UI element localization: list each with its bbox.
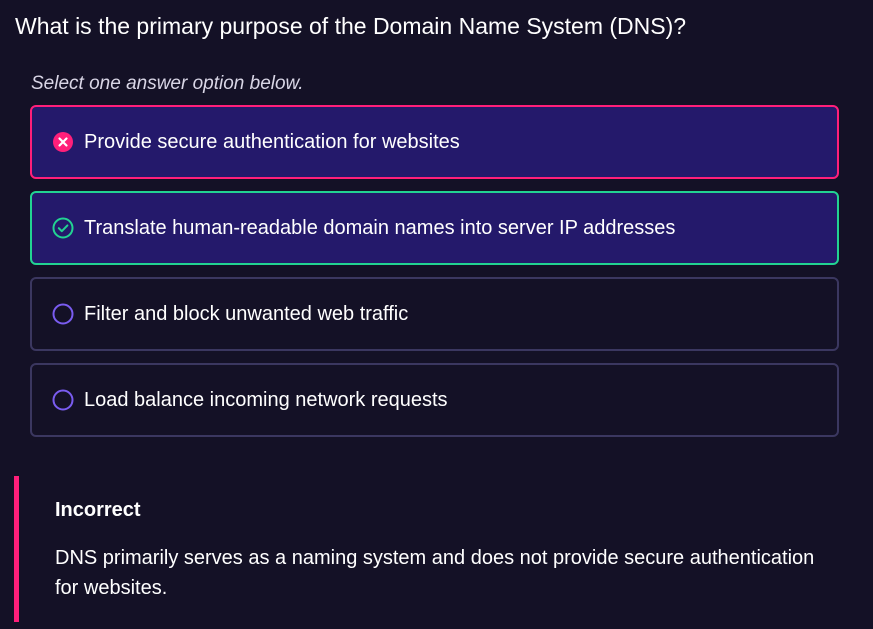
question-text: What is the primary purpose of the Domai… [15, 13, 687, 39]
feedback-title: Incorrect [55, 499, 141, 521]
radio-empty-icon [52, 389, 74, 411]
answer-option-2[interactable]: Translate human-readable domain names in… [30, 191, 839, 265]
answer-option-label: Translate human-readable domain names in… [84, 217, 676, 239]
radio-empty-icon [52, 303, 74, 325]
answer-option-label: Filter and block unwanted web traffic [84, 303, 409, 325]
answer-option-1[interactable]: Provide secure authentication for websit… [30, 105, 839, 179]
answer-option-4[interactable]: Load balance incoming network requests [30, 363, 839, 437]
answer-option-label: Provide secure authentication for websit… [84, 131, 460, 153]
feedback-message: DNS primarily serves as a naming system … [55, 547, 815, 599]
answer-option-3[interactable]: Filter and block unwanted web traffic [30, 277, 839, 351]
instruction-text: Select one answer option below. [31, 73, 304, 94]
answer-options: Provide secure authentication for websit… [30, 105, 839, 449]
check-circle-icon [52, 217, 74, 239]
quiz-page: What is the primary purpose of the Domai… [0, 0, 873, 629]
x-circle-icon [52, 131, 74, 153]
feedback-panel: Incorrect DNS primarily serves as a nami… [14, 476, 834, 622]
answer-option-label: Load balance incoming network requests [84, 389, 448, 411]
